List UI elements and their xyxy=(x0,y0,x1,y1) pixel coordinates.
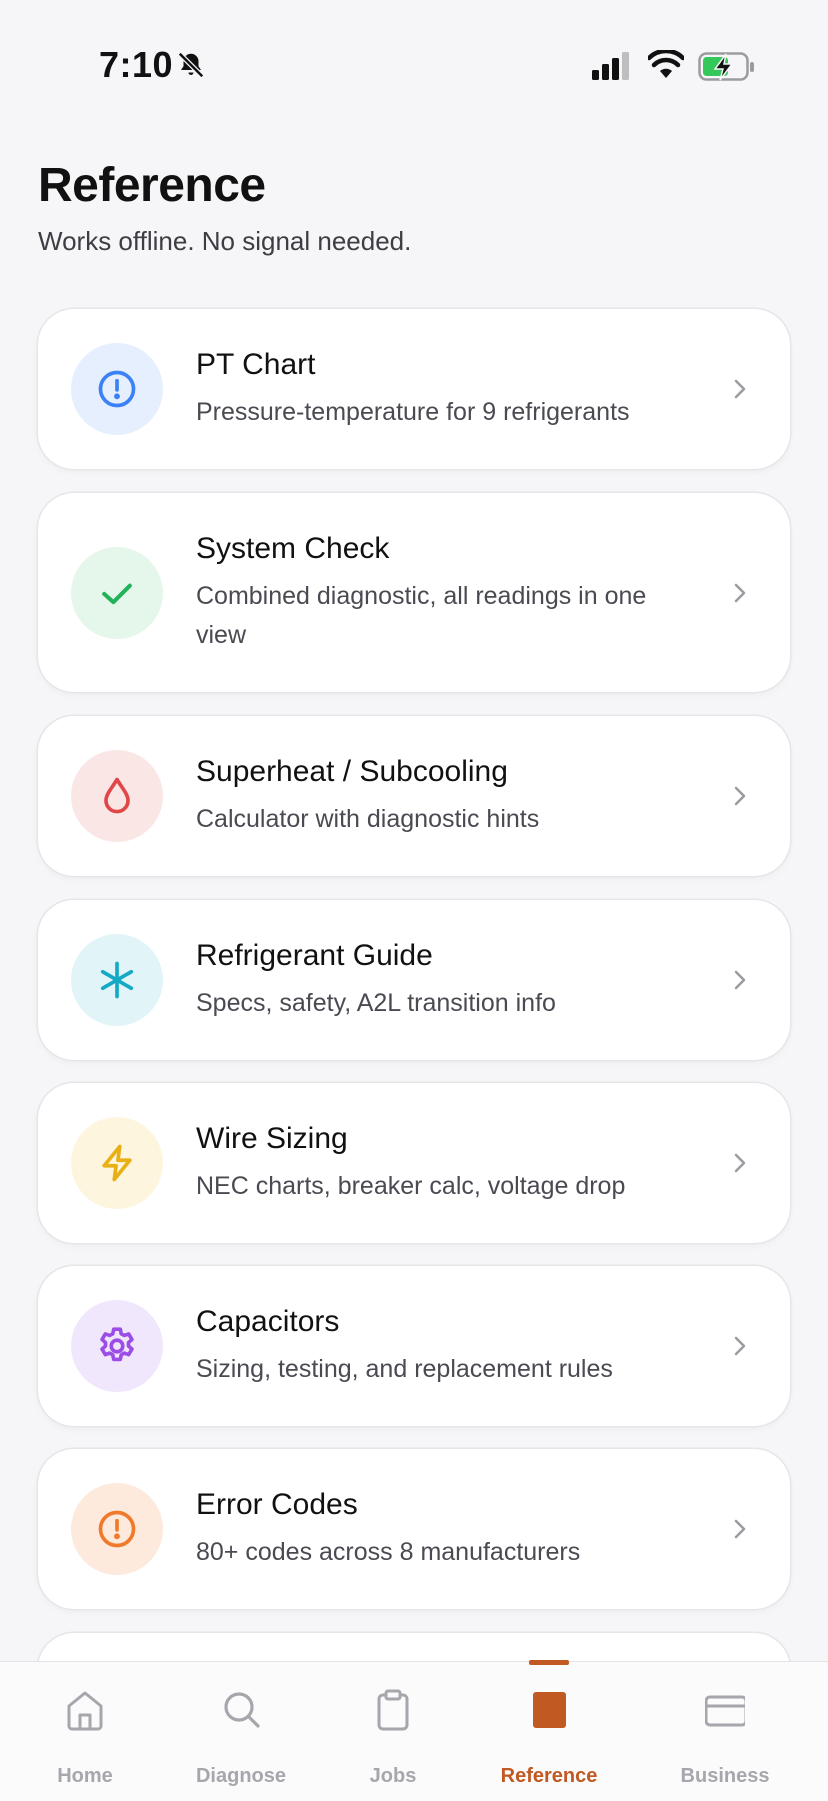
card-capacitors[interactable]: Capacitors Sizing, testing, and replacem… xyxy=(38,1266,790,1426)
tab-label: Jobs xyxy=(369,1765,417,1787)
tab-label: Home xyxy=(57,1765,113,1787)
page-title: Reference xyxy=(38,159,266,212)
card-error-codes[interactable]: Error Codes 80+ codes across 8 manufactu… xyxy=(38,1449,790,1609)
alert-circle-icon xyxy=(71,1483,163,1575)
tab-reference[interactable]: Reference xyxy=(484,1660,614,1801)
tab-business[interactable]: Business xyxy=(660,1662,790,1801)
card-pt-chart[interactable]: PT Chart Pressure-temperature for 9 refr… xyxy=(38,309,790,469)
card-description: Specs, safety, A2L transition info xyxy=(196,989,556,1017)
card-description: Calculator with diagnostic hints xyxy=(196,805,540,833)
status-time: 7:10 xyxy=(99,44,174,85)
card-description: Combined diagnostic, all readings in one… xyxy=(196,582,647,649)
card-title: Error Codes xyxy=(196,1488,358,1521)
card-description: Sizing, testing, and replacement rules xyxy=(196,1355,613,1383)
bell-muted-icon xyxy=(176,50,206,85)
chevron-right-icon xyxy=(734,1153,746,1173)
card-description: Pressure-temperature for 9 refrigerants xyxy=(196,398,630,426)
wifi-icon xyxy=(646,48,686,85)
lightning-icon xyxy=(71,1117,163,1209)
card-description: 80+ codes across 8 manufacturers xyxy=(196,1538,581,1566)
card-superheat-subcooling[interactable]: Superheat / Subcooling Calculator with d… xyxy=(38,716,790,876)
chevron-right-icon xyxy=(734,379,746,399)
tab-home[interactable]: Home xyxy=(20,1662,150,1801)
tab-jobs[interactable]: Jobs xyxy=(328,1662,458,1801)
tab-diagnose[interactable]: Diagnose xyxy=(176,1662,306,1801)
card-icon xyxy=(705,1695,745,1727)
active-tab-indicator xyxy=(529,1660,569,1665)
tab-label: Diagnose xyxy=(195,1765,287,1787)
card-title: Refrigerant Guide xyxy=(196,939,433,972)
droplet-icon xyxy=(71,750,163,842)
tab-label: Reference xyxy=(500,1765,598,1787)
chevron-right-icon xyxy=(734,786,746,806)
chevron-right-icon xyxy=(734,1336,746,1356)
card-title: System Check xyxy=(196,532,390,565)
chevron-right-icon xyxy=(734,1519,746,1539)
tab-bar: Home Diagnose Jobs Reference Business xyxy=(0,1660,828,1801)
chevron-right-icon xyxy=(734,970,746,990)
snowflake-icon xyxy=(71,934,163,1026)
search-icon xyxy=(224,1692,260,1728)
card-title: Superheat / Subcooling xyxy=(196,755,508,788)
check-icon xyxy=(71,547,163,639)
status-bar: 7:10 xyxy=(0,0,828,130)
page-subtitle: Works offline. No signal needed. xyxy=(38,226,412,256)
card-description: NEC charts, breaker calc, voltage drop xyxy=(196,1172,626,1200)
home-icon xyxy=(67,1691,103,1731)
card-system-check[interactable]: System Check Combined diagnostic, all re… xyxy=(38,493,790,692)
battery-charging-icon xyxy=(698,52,756,87)
cellular-signal-icon xyxy=(592,52,632,85)
card-title: Capacitors xyxy=(196,1305,340,1338)
card-title: PT Chart xyxy=(196,348,316,381)
gear-icon xyxy=(71,1300,163,1392)
book-icon xyxy=(533,1692,566,1728)
info-circle-icon xyxy=(71,343,163,435)
tab-label: Business xyxy=(680,1765,770,1787)
clipboard-icon xyxy=(377,1689,409,1731)
card-title: Wire Sizing xyxy=(196,1122,348,1155)
card-wire-sizing[interactable]: Wire Sizing NEC charts, breaker calc, vo… xyxy=(38,1083,790,1243)
chevron-right-icon xyxy=(734,583,746,603)
card-refrigerant-guide[interactable]: Refrigerant Guide Specs, safety, A2L tra… xyxy=(38,900,790,1060)
